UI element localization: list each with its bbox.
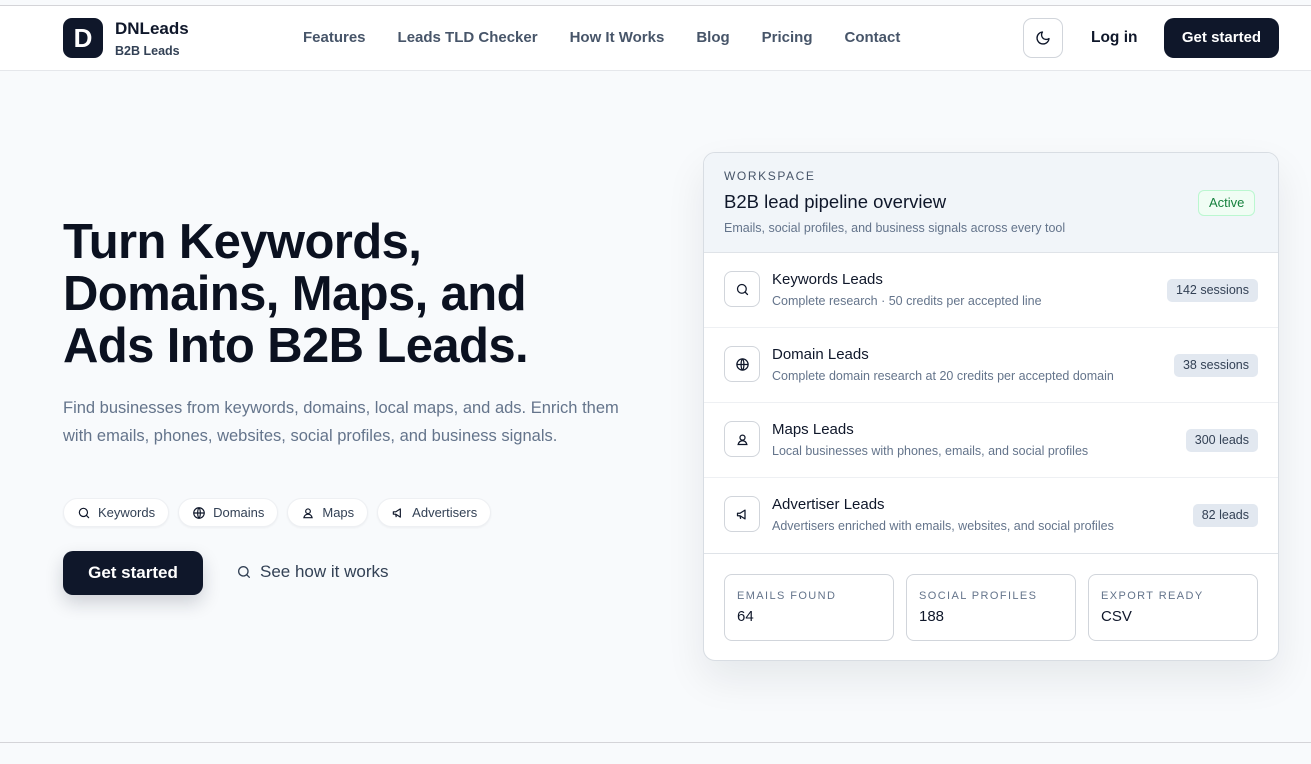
site-header: D DNLeads B2B Leads Features Leads TLD C…: [0, 6, 1311, 71]
tool-title: Domain Leads: [772, 346, 869, 363]
pill-label: Domains: [213, 505, 265, 520]
brand-tagline: B2B Leads: [115, 44, 180, 58]
stat-value: 188: [919, 608, 945, 625]
status-badge: Active: [1198, 190, 1256, 216]
workspace-tool-list: Keywords Leads Complete research · 50 cr…: [704, 253, 1278, 554]
pill-keywords[interactable]: Keywords: [63, 498, 170, 527]
hero-title-line-2: Domains, Maps, and: [63, 267, 527, 321]
brand-logo[interactable]: D: [63, 18, 103, 58]
stat-label: EXPORT READY: [1101, 590, 1204, 602]
tool-subtitle: Advertisers enriched with emails, websit…: [772, 519, 1114, 533]
tool-subtitle: Local businesses with phones, emails, an…: [772, 444, 1089, 458]
workspace-eyebrow: WORKSPACE: [724, 169, 816, 183]
stat-label: EMAILS FOUND: [737, 590, 837, 602]
tool-row-keywords[interactable]: Keywords Leads Complete research · 50 cr…: [704, 253, 1278, 328]
tool-count-badge: 38 sessions: [1173, 354, 1258, 377]
main-nav: Features Leads TLD Checker How It Works …: [303, 29, 900, 46]
tool-icon-box: [724, 421, 760, 457]
hero-title: Turn Keywords, Domains, Maps, and Ads In…: [63, 216, 663, 372]
tool-row-maps[interactable]: Maps Leads Local businesses with phones,…: [704, 403, 1278, 478]
tool-row-advertisers[interactable]: Advertiser Leads Advertisers enriched wi…: [704, 478, 1278, 553]
hero-title-line-1: Turn Keywords,: [63, 215, 422, 269]
see-how-it-works-link[interactable]: See how it works: [236, 562, 389, 582]
nav-blog[interactable]: Blog: [696, 29, 729, 46]
stat-social-profiles: SOCIAL PROFILES 188: [906, 574, 1076, 641]
search-icon: [736, 283, 748, 295]
hero-get-started-button[interactable]: Get started: [63, 551, 203, 595]
tool-subtitle: Complete domain research at 20 credits p…: [772, 369, 1114, 383]
tool-count-badge: 82 leads: [1192, 504, 1258, 527]
search-icon: [78, 507, 90, 518]
tool-icon-box: [724, 496, 760, 532]
pill-domains[interactable]: Domains: [178, 498, 279, 527]
pill-maps[interactable]: Maps: [287, 498, 369, 527]
tool-title: Maps Leads: [772, 421, 854, 438]
nav-leads-tld-checker[interactable]: Leads TLD Checker: [398, 29, 538, 46]
tool-icon-box: [724, 346, 760, 382]
stat-value: CSV: [1101, 608, 1132, 625]
tool-count-badge: 142 sessions: [1167, 279, 1258, 302]
brand-name[interactable]: DNLeads: [115, 19, 189, 39]
hero-title-line-3: Ads Into B2B Leads.: [63, 319, 529, 373]
user-pin-icon: [303, 507, 314, 518]
login-link[interactable]: Log in: [1091, 29, 1138, 47]
stat-export-ready: EXPORT READY CSV: [1088, 574, 1258, 641]
globe-icon: [193, 506, 205, 519]
megaphone-icon: [392, 507, 402, 518]
stat-value: 64: [737, 608, 754, 625]
nav-pricing[interactable]: Pricing: [762, 29, 813, 46]
tool-row-domains[interactable]: Domain Leads Complete domain research at…: [704, 328, 1278, 403]
see-how-label: See how it works: [260, 562, 389, 581]
moon-icon: [1036, 31, 1050, 45]
workspace-subtitle: Emails, social profiles, and business si…: [724, 221, 1066, 235]
workspace-stats: EMAILS FOUND 64 SOCIAL PROFILES 188 EXPO…: [704, 554, 1278, 641]
section-divider: [0, 742, 1311, 743]
theme-toggle-button[interactable]: [1023, 18, 1063, 58]
workspace-header: WORKSPACE B2B lead pipeline overview Ema…: [704, 153, 1278, 253]
search-icon: [238, 566, 250, 578]
workspace-card: WORKSPACE B2B lead pipeline overview Ema…: [703, 152, 1279, 661]
nav-contact[interactable]: Contact: [845, 29, 901, 46]
stat-label: SOCIAL PROFILES: [919, 590, 1038, 602]
pill-label: Maps: [322, 505, 355, 520]
globe-icon: [735, 357, 749, 371]
feature-pills: Keywords Domains Maps Advertisers: [63, 498, 492, 527]
tool-title: Advertiser Leads: [772, 496, 885, 513]
user-pin-icon: [736, 434, 748, 445]
stat-emails-found: EMAILS FOUND 64: [724, 574, 894, 641]
nav-features[interactable]: Features: [303, 29, 366, 46]
pill-label: Keywords: [98, 505, 156, 520]
nav-how-it-works[interactable]: How It Works: [570, 29, 665, 46]
header-get-started-button[interactable]: Get started: [1164, 18, 1279, 58]
workspace-title: B2B lead pipeline overview: [724, 191, 947, 212]
pill-label: Advertisers: [412, 505, 478, 520]
tool-count-badge: 300 leads: [1185, 429, 1258, 452]
hero-description: Find businesses from keywords, domains, …: [63, 399, 619, 445]
megaphone-icon: [736, 509, 746, 519]
tool-title: Keywords Leads: [772, 271, 883, 288]
tool-icon-box: [724, 271, 760, 307]
tool-subtitle: Complete research · 50 credits per accep…: [772, 294, 1042, 308]
pill-advertisers[interactable]: Advertisers: [377, 498, 492, 527]
